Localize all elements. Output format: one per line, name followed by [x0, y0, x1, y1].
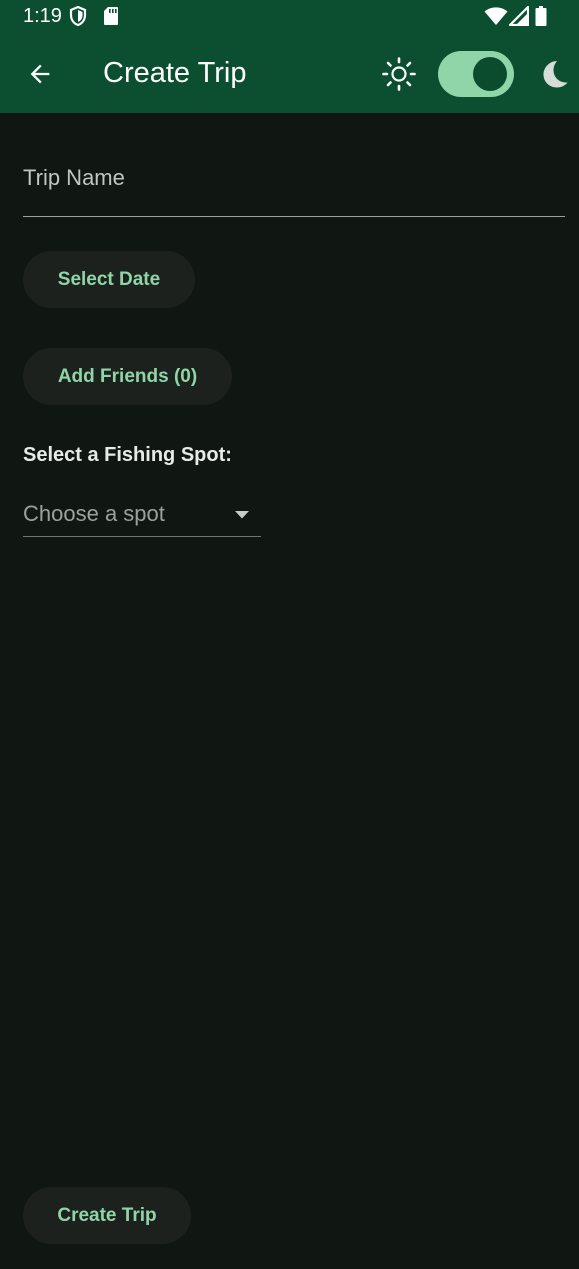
- fishing-spot-label: Select a Fishing Spot:: [23, 444, 232, 466]
- top-bar: 1:19 Create Trip: [0, 0, 579, 113]
- dropdown-arrow-icon: [235, 511, 249, 519]
- status-time: 1:19: [23, 5, 62, 27]
- battery-icon: [535, 6, 547, 26]
- app-bar: Create Trip: [0, 34, 579, 113]
- trip-name-input[interactable]: [23, 162, 563, 194]
- select-date-button[interactable]: Select Date: [23, 251, 195, 308]
- create-trip-button[interactable]: Create Trip: [23, 1187, 191, 1244]
- sun-icon: [382, 57, 416, 91]
- toggle-knob: [473, 57, 507, 91]
- sd-card-icon: [104, 7, 118, 25]
- back-button[interactable]: [20, 54, 60, 94]
- status-bar: 1:19: [0, 0, 579, 34]
- arrow-back-icon: [30, 64, 50, 84]
- moon-icon: [543, 61, 568, 88]
- signal-icon: [509, 6, 529, 26]
- add-friends-button[interactable]: Add Friends (0): [23, 348, 232, 405]
- wifi-icon: [484, 7, 508, 25]
- shield-icon: [69, 6, 87, 26]
- fishing-spot-dropdown[interactable]: Choose a spot: [23, 495, 261, 537]
- dark-mode-toggle[interactable]: [438, 51, 514, 97]
- trip-name-field[interactable]: [23, 150, 565, 217]
- page-title: Create Trip: [103, 57, 247, 89]
- dropdown-placeholder: Choose a spot: [23, 501, 165, 526]
